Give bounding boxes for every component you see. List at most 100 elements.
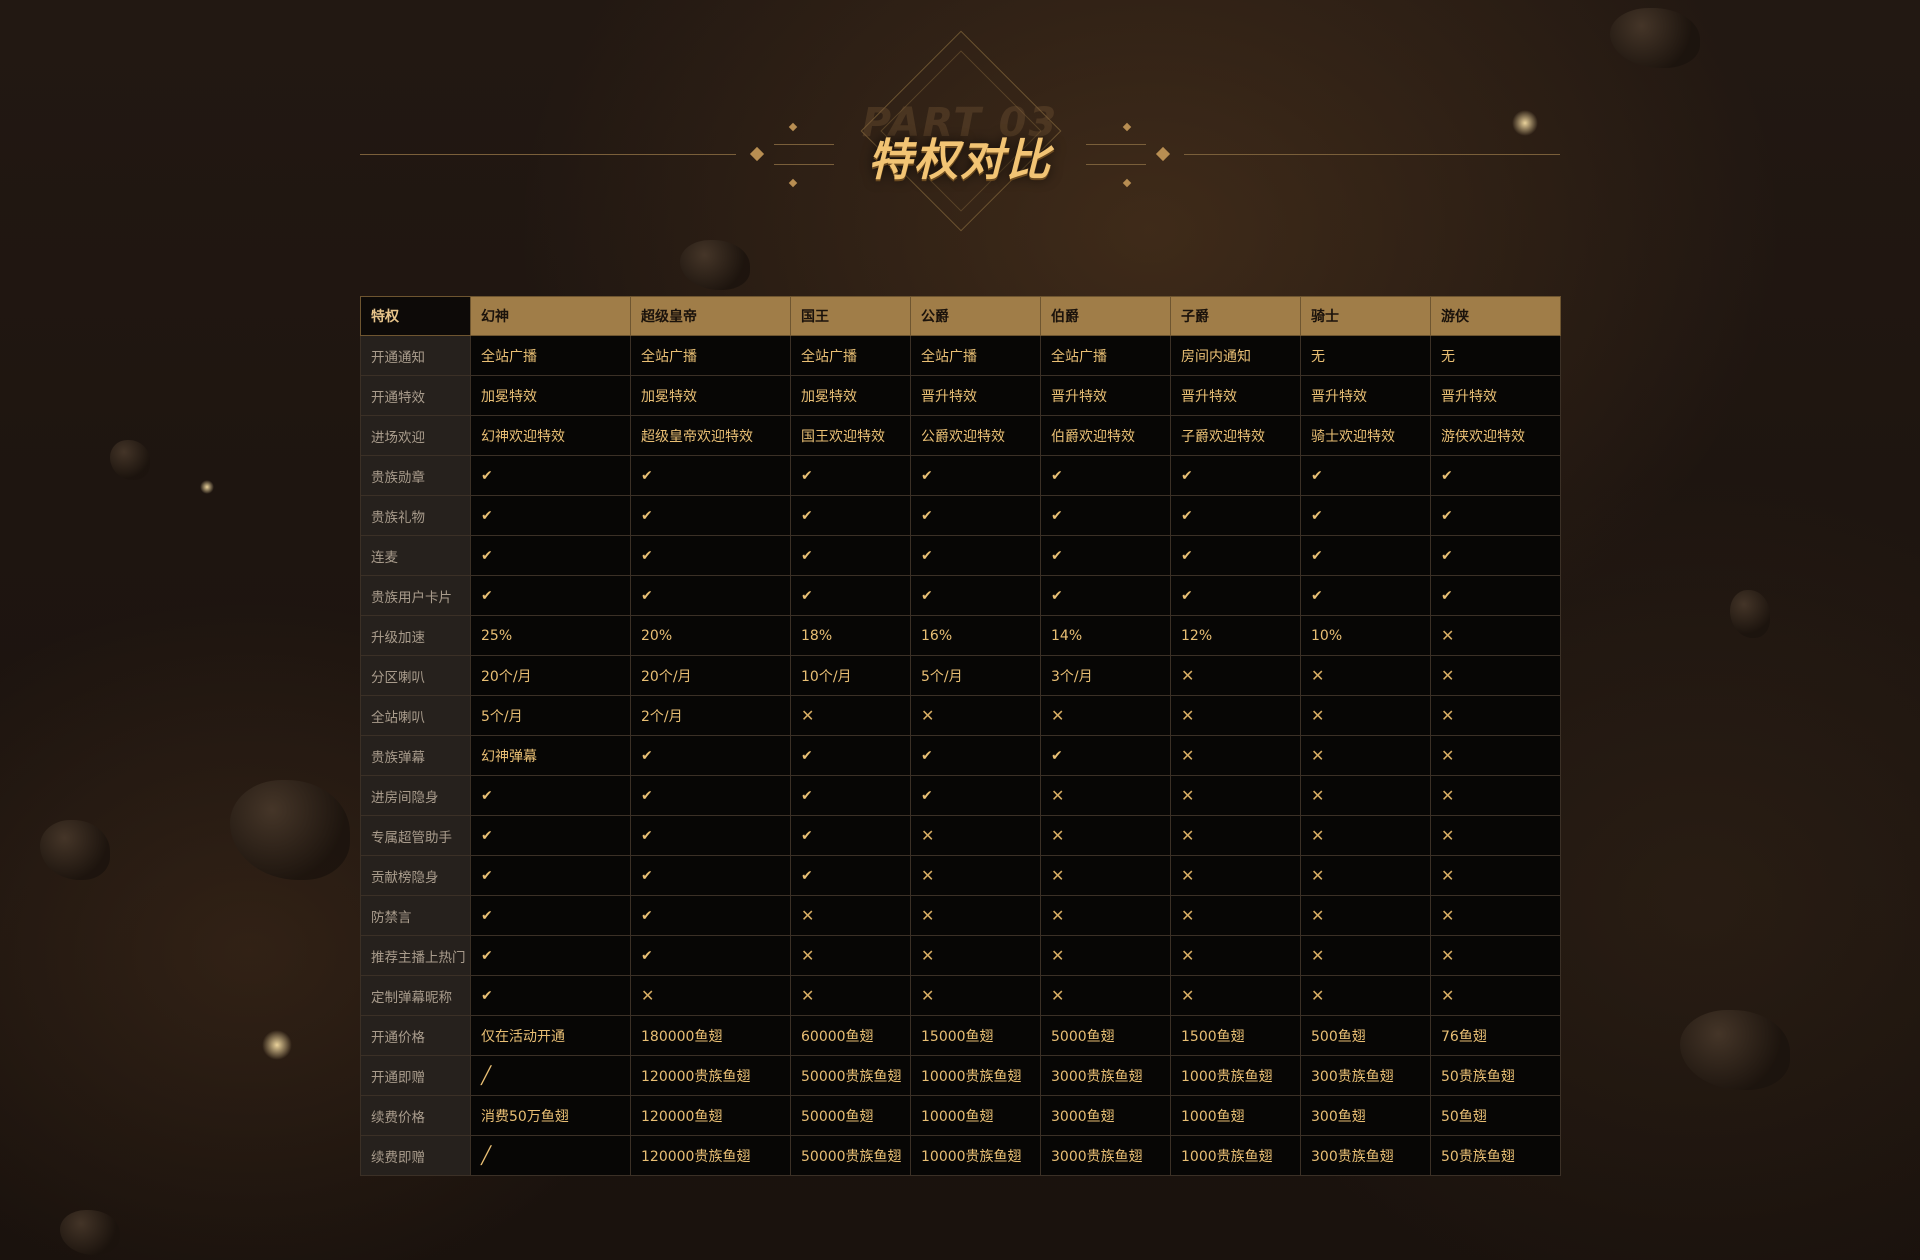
table-row: 分区喇叭 20个/月 20个/月 10个/月 5个/月 3个/月 ✕ ✕ ✕ xyxy=(360,655,1561,696)
cross-icon: ✕ xyxy=(790,975,911,1016)
check-icon: ✔ xyxy=(1040,495,1171,536)
table-cell: 无 xyxy=(1300,335,1431,376)
table-cell: 加冕特效 xyxy=(790,375,911,416)
table-row: 进场欢迎 幻神欢迎特效 超级皇帝欢迎特效 国王欢迎特效 公爵欢迎特效 伯爵欢迎特效 子爵欢迎… xyxy=(360,415,1561,456)
table-cell: 幻神欢迎特效 xyxy=(470,415,631,456)
check-icon: ✔ xyxy=(470,535,631,576)
check-icon: ✔ xyxy=(470,575,631,616)
table-cell: 300贵族鱼翅 xyxy=(1300,1135,1431,1176)
star-glow xyxy=(262,1030,292,1060)
check-icon: ✔ xyxy=(630,495,791,536)
table-cell: 500鱼翅 xyxy=(1300,1015,1431,1056)
table-cell: 全站广播 xyxy=(910,335,1041,376)
cross-icon: ✕ xyxy=(1040,935,1171,976)
cross-icon: ✕ xyxy=(1170,855,1301,896)
check-icon: ✔ xyxy=(1300,495,1431,536)
cross-icon: ✕ xyxy=(1040,775,1171,816)
star-glow xyxy=(200,480,214,494)
check-icon: ✔ xyxy=(1170,535,1301,576)
slash-icon: ╱ xyxy=(470,1055,631,1096)
table-cell: 50鱼翅 xyxy=(1430,1095,1561,1136)
table-cell: 1000鱼翅 xyxy=(1170,1095,1301,1136)
check-icon: ✔ xyxy=(1170,455,1301,496)
row-label: 进房间隐身 xyxy=(360,775,471,816)
cross-icon: ✕ xyxy=(1040,895,1171,936)
table-cell: 14% xyxy=(1040,615,1171,656)
check-icon: ✔ xyxy=(910,455,1041,496)
column-header: 公爵 xyxy=(910,296,1041,336)
row-label: 贵族勋章 xyxy=(360,455,471,496)
table-cell: 1500鱼翅 xyxy=(1170,1015,1301,1056)
cross-icon: ✕ xyxy=(1430,855,1561,896)
table-cell: 50贵族鱼翅 xyxy=(1430,1055,1561,1096)
table-cell: 120000贵族鱼翅 xyxy=(630,1135,791,1176)
column-header: 幻神 xyxy=(470,296,631,336)
table-cell: 2个/月 xyxy=(630,695,791,736)
check-icon: ✔ xyxy=(630,815,791,856)
cross-icon: ✕ xyxy=(1300,775,1431,816)
row-label: 开通价格 xyxy=(360,1015,471,1056)
check-icon: ✔ xyxy=(470,855,631,896)
cross-icon: ✕ xyxy=(910,895,1041,936)
cross-icon: ✕ xyxy=(1300,935,1431,976)
check-icon: ✔ xyxy=(790,495,911,536)
cross-icon: ✕ xyxy=(1430,815,1561,856)
slash-icon: ╱ xyxy=(470,1135,631,1176)
table-cell: 10000鱼翅 xyxy=(910,1095,1041,1136)
cross-icon: ✕ xyxy=(790,695,911,736)
check-icon: ✔ xyxy=(1040,535,1171,576)
check-icon: ✔ xyxy=(910,575,1041,616)
check-icon: ✔ xyxy=(790,455,911,496)
row-label: 专属超管助手 xyxy=(360,815,471,856)
table-row: 升级加速 25% 20% 18% 16% 14% 12% 10% ✕ xyxy=(360,615,1561,656)
column-header: 游侠 xyxy=(1430,296,1561,336)
cross-icon: ✕ xyxy=(1170,655,1301,696)
table-cell: 50000贵族鱼翅 xyxy=(790,1055,911,1096)
asteroid-decoration xyxy=(1680,1010,1790,1090)
check-icon: ✔ xyxy=(1300,575,1431,616)
cross-icon: ✕ xyxy=(1040,855,1171,896)
table-cell: 120000贵族鱼翅 xyxy=(630,1055,791,1096)
table-cell: 10% xyxy=(1300,615,1431,656)
check-icon: ✔ xyxy=(910,535,1041,576)
cross-icon: ✕ xyxy=(1430,615,1561,656)
check-icon: ✔ xyxy=(470,455,631,496)
asteroid-decoration xyxy=(40,820,110,880)
check-icon: ✔ xyxy=(630,535,791,576)
table-row: 防禁言 ✔ ✔ ✕ ✕ ✕ ✕ ✕ ✕ xyxy=(360,895,1561,936)
table-row: 开通通知 全站广播 全站广播 全站广播 全站广播 全站广播 房间内通知无无 xyxy=(360,335,1561,376)
asteroid-decoration xyxy=(60,1210,120,1255)
cross-icon: ✕ xyxy=(910,935,1041,976)
table-cell: 15000鱼翅 xyxy=(910,1015,1041,1056)
check-icon: ✔ xyxy=(1040,455,1171,496)
table-cell: 全站广播 xyxy=(1040,335,1171,376)
table-cell: 晋升特效 xyxy=(910,375,1041,416)
check-icon: ✔ xyxy=(630,455,791,496)
row-label: 贵族礼物 xyxy=(360,495,471,536)
check-icon: ✔ xyxy=(1300,535,1431,576)
check-icon: ✔ xyxy=(1430,455,1561,496)
page-title: 特权对比 xyxy=(868,135,1052,186)
table-cell: 全站广播 xyxy=(790,335,911,376)
table-cell: 骑士欢迎特效 xyxy=(1300,415,1431,456)
table-cell: 50贵族鱼翅 xyxy=(1430,1135,1561,1176)
table-cell: 10000贵族鱼翅 xyxy=(910,1135,1041,1176)
cross-icon: ✕ xyxy=(1430,735,1561,776)
cross-icon: ✕ xyxy=(1170,935,1301,976)
row-label: 连麦 xyxy=(360,535,471,576)
table-cell: 120000鱼翅 xyxy=(630,1095,791,1136)
table-cell: 300贵族鱼翅 xyxy=(1300,1055,1431,1096)
table-row: 定制弹幕昵称 ✔ ✕ ✕ ✕ ✕ ✕ ✕ ✕ xyxy=(360,975,1561,1016)
column-header: 国王 xyxy=(790,296,911,336)
table-cell: 76鱼翅 xyxy=(1430,1015,1561,1056)
check-icon: ✔ xyxy=(910,775,1041,816)
table-cell: 10个/月 xyxy=(790,655,911,696)
check-icon: ✔ xyxy=(1300,455,1431,496)
check-icon: ✔ xyxy=(630,775,791,816)
table-cell: 18% xyxy=(790,615,911,656)
section-header: PART 03 特权对比 xyxy=(0,0,1920,290)
check-icon: ✔ xyxy=(910,735,1041,776)
cross-icon: ✕ xyxy=(1170,975,1301,1016)
table-cell: 10000贵族鱼翅 xyxy=(910,1055,1041,1096)
cross-icon: ✕ xyxy=(1300,655,1431,696)
